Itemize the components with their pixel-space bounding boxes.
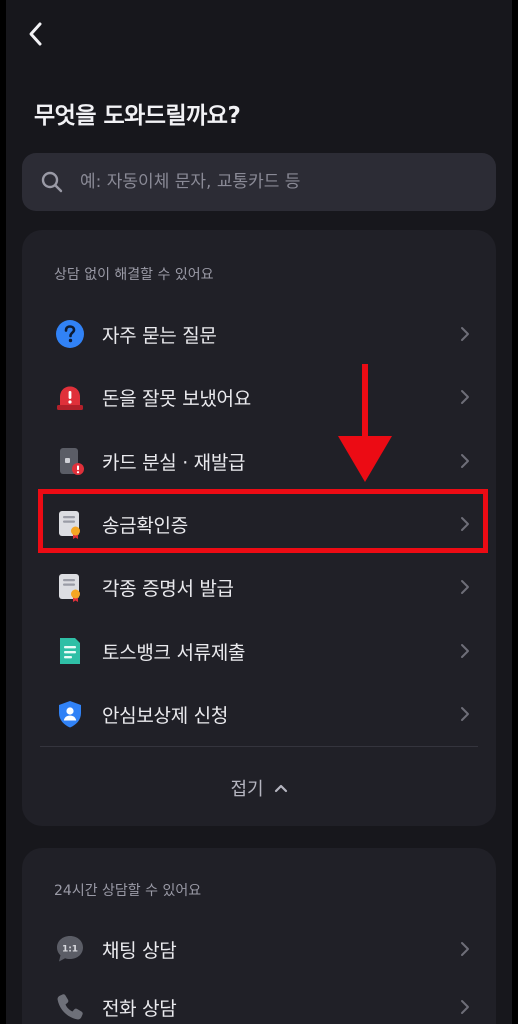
- chevron-right-icon: [461, 327, 469, 341]
- self-service-card: 상담 없이 해결할 수 있어요 자주 묻는 질문 돈을 잘못 보냈어요 카드 분…: [22, 230, 496, 826]
- self-service-caption: 상담 없이 해결할 수 있어요: [54, 267, 214, 283]
- search-icon: [41, 171, 63, 193]
- page-title: 무엇을 도와드릴까요?: [34, 103, 241, 129]
- alarm-siren-icon: [57, 386, 83, 410]
- help-screen: 무엇을 도와드릴까요? 상담 없이 해결할 수 있어요 자주 묻는 질문: [6, 0, 512, 1024]
- question-circle-icon: [56, 320, 84, 348]
- menu-item-label: 안심보상제 신청: [102, 705, 229, 727]
- menu-item-label: 채팅 상담: [102, 940, 177, 962]
- back-button[interactable]: [20, 16, 52, 52]
- chevron-right-icon: [461, 454, 469, 468]
- collapse-button[interactable]: 접기: [22, 760, 496, 816]
- menu-item-document-submit[interactable]: 토스뱅크 서류제출: [22, 620, 496, 682]
- divider: [40, 746, 478, 747]
- chat-badge: 1:1: [62, 945, 78, 955]
- menu-item-phone-consultation[interactable]: 전화 상담: [22, 976, 496, 1024]
- search-input[interactable]: [78, 171, 496, 193]
- document-icon: [60, 638, 80, 664]
- menu-item-label: 카드 분실 · 재발급: [102, 452, 246, 474]
- chevron-up-icon: [274, 784, 287, 793]
- menu-item-label: 자주 묻는 질문: [102, 325, 217, 347]
- menu-item-label: 송금확인증: [102, 515, 188, 537]
- menu-item-safe-compensation[interactable]: 안심보상제 신청: [22, 683, 496, 745]
- chevron-left-icon: [29, 22, 42, 46]
- menu-item-label: 전화 상담: [102, 998, 177, 1020]
- search-bar[interactable]: [22, 153, 496, 211]
- chevron-right-icon: [461, 942, 469, 956]
- chevron-right-icon: [461, 390, 469, 404]
- certificate-icon: [59, 511, 80, 539]
- menu-item-label: 돈을 잘못 보냈어요: [102, 388, 251, 410]
- menu-item-chat-consultation[interactable]: 1:1 채팅 상담: [22, 918, 496, 980]
- shield-user-icon: [59, 701, 81, 728]
- lost-card-icon: [60, 448, 84, 475]
- menu-item-certificates[interactable]: 각종 증명서 발급: [22, 556, 496, 618]
- menu-item-wrong-transfer[interactable]: 돈을 잘못 보냈어요: [22, 366, 496, 428]
- menu-item-label: 토스뱅크 서류제출: [102, 642, 246, 664]
- menu-item-faq[interactable]: 자주 묻는 질문: [22, 303, 496, 365]
- chevron-right-icon: [461, 644, 469, 658]
- menu-item-card-lost[interactable]: 카드 분실 · 재발급: [22, 430, 496, 492]
- chevron-right-icon: [461, 707, 469, 721]
- phone-icon: [57, 994, 83, 1020]
- certificate-icon: [59, 574, 80, 602]
- chevron-right-icon: [461, 1000, 469, 1014]
- chevron-right-icon: [461, 580, 469, 594]
- consultation-caption: 24시간 상담할 수 있어요: [54, 883, 202, 899]
- chevron-right-icon: [461, 517, 469, 531]
- menu-item-label: 각종 증명서 발급: [102, 578, 234, 600]
- chat-bubble-icon: 1:1: [57, 936, 83, 962]
- menu-item-transfer-certificate[interactable]: 송금확인증: [22, 493, 496, 555]
- consultation-card: 24시간 상담할 수 있어요 1:1 채팅 상담 전화 상담: [22, 848, 496, 1024]
- collapse-label: 접기: [230, 779, 264, 800]
